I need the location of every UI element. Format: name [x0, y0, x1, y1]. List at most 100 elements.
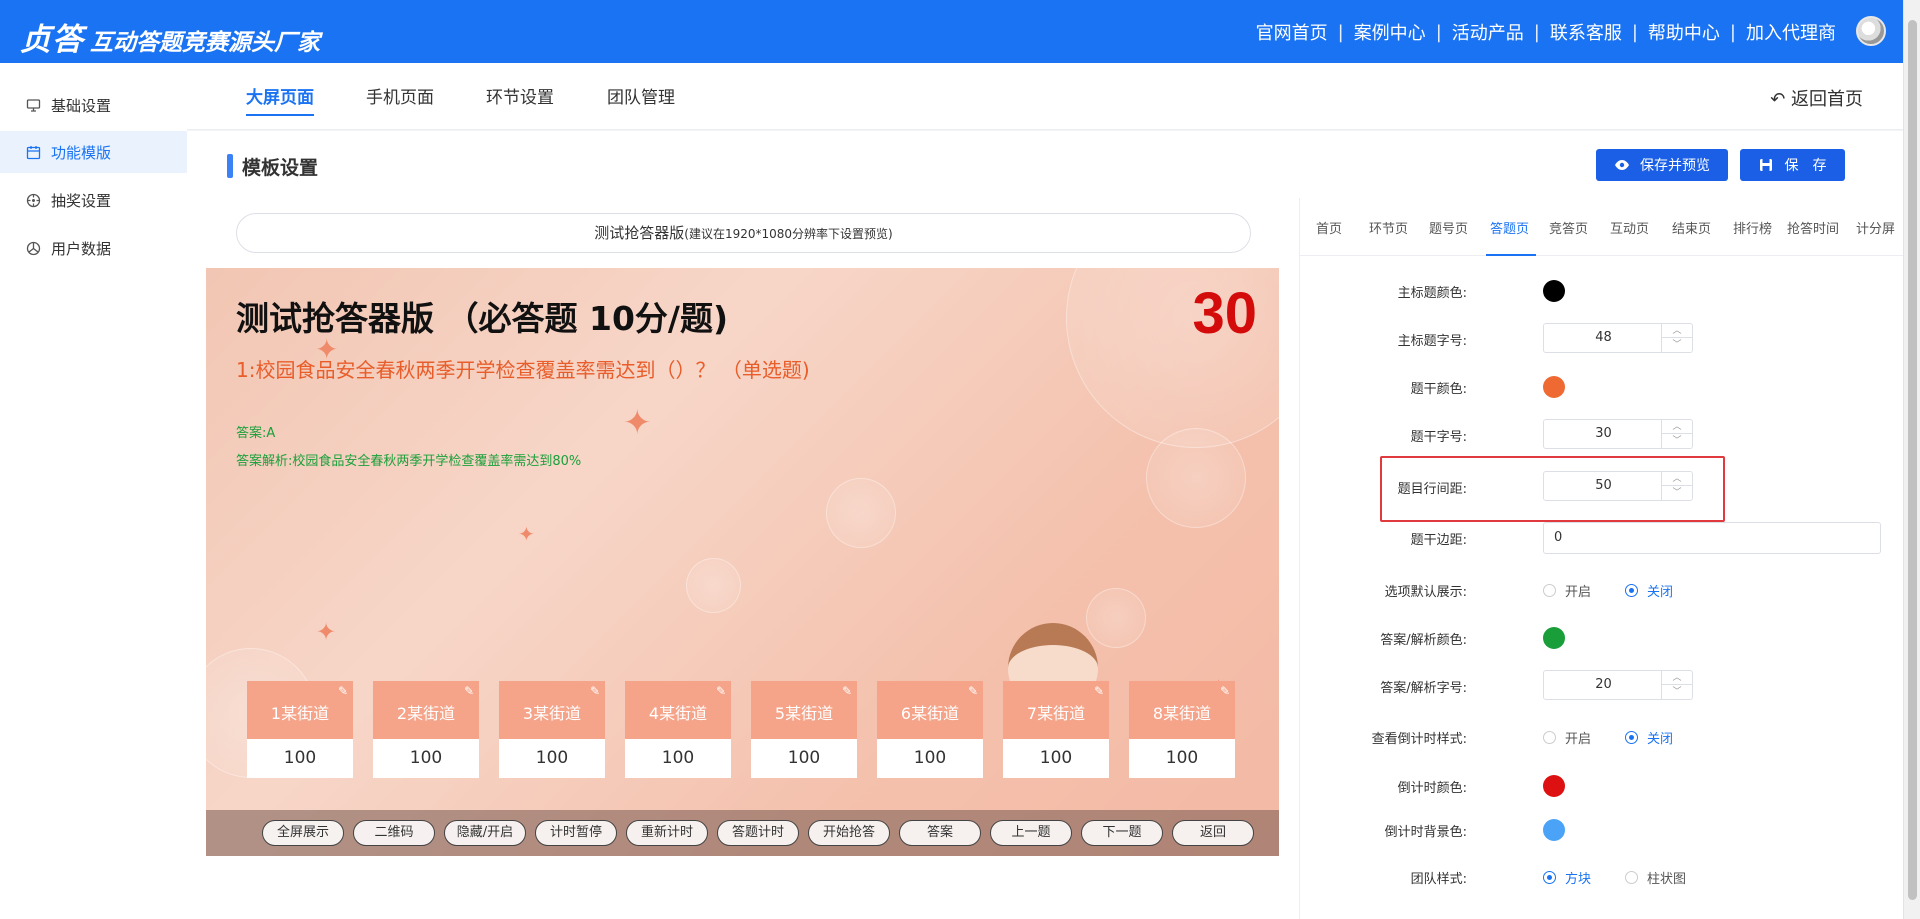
- chevron-up-icon[interactable]: ︿: [1661, 671, 1692, 685]
- toggle-visibility-button[interactable]: 隐藏/开启: [444, 820, 526, 846]
- back-home-link[interactable]: ↶ 返回首页: [1770, 85, 1863, 111]
- default-options-on-radio[interactable]: 开启: [1543, 581, 1591, 600]
- nav-official-home[interactable]: 官网首页: [1256, 19, 1328, 45]
- radio-dot: [1543, 871, 1556, 884]
- tab-leaderboard[interactable]: 排行榜: [1733, 218, 1772, 237]
- previous-question-button[interactable]: 上一题: [990, 820, 1072, 846]
- team-card[interactable]: ✎ 6某街道 100: [877, 681, 983, 778]
- radio-dot: [1625, 731, 1638, 744]
- fullscreen-button[interactable]: 全屏展示: [262, 820, 344, 846]
- tab-big-screen[interactable]: 大屏页面: [246, 83, 314, 116]
- nav-join-agent[interactable]: 加入代理商: [1746, 19, 1836, 45]
- edit-icon[interactable]: ✎: [464, 685, 474, 697]
- countdown-style-off-radio[interactable]: 关闭: [1625, 728, 1673, 747]
- setting-label: 团队样式:: [1410, 872, 1467, 887]
- sidebar-item-function-template[interactable]: 功能模版: [0, 131, 187, 173]
- answer-color-swatch[interactable]: [1543, 627, 1565, 649]
- tab-scoreboard[interactable]: 计分屏: [1856, 218, 1895, 237]
- tab-interaction-page[interactable]: 互动页: [1610, 218, 1649, 237]
- nav-support[interactable]: 联系客服: [1550, 19, 1622, 45]
- chevron-up-icon[interactable]: ︿: [1661, 420, 1692, 434]
- tab-team-management[interactable]: 团队管理: [607, 83, 675, 114]
- tab-home-page[interactable]: 首页: [1316, 218, 1342, 237]
- page-scrollbar[interactable]: [1903, 0, 1920, 919]
- edit-icon[interactable]: ✎: [1094, 685, 1104, 697]
- team-card[interactable]: ✎ 7某街道 100: [1003, 681, 1109, 778]
- edit-icon[interactable]: ✎: [716, 685, 726, 697]
- team-card[interactable]: ✎ 8某街道 100: [1129, 681, 1235, 778]
- chevron-up-icon[interactable]: ︿: [1661, 472, 1692, 486]
- qrcode-button[interactable]: 二维码: [353, 820, 435, 846]
- big-screen-preview: ✦ ✦ ✦ ✦ ✦ 测试抢答器版 （必答题 10分/题) 30 1:校园食品安全…: [206, 268, 1279, 856]
- setting-label: 倒计时背景色:: [1384, 825, 1467, 840]
- return-button[interactable]: 返回: [1172, 820, 1254, 846]
- team-score: 100: [625, 739, 731, 778]
- sidebar-item-basic-settings[interactable]: 基础设置: [0, 84, 187, 126]
- scrollbar-thumb[interactable]: [1908, 20, 1917, 900]
- stepper-value[interactable]: 50: [1544, 472, 1663, 500]
- stem-margin-input[interactable]: 0: [1543, 522, 1881, 554]
- tab-buzzer-time[interactable]: 抢答时间: [1787, 218, 1839, 237]
- settings-panel: 首页 环节页 题号页 答题页 竞答页 互动页 结束页 排行榜 抢答时间 计分屏 …: [1299, 198, 1904, 919]
- decor-bubble: [826, 478, 896, 548]
- stepper-value[interactable]: 48: [1544, 324, 1663, 352]
- answer-size-stepper[interactable]: 20 ︿ ﹀: [1543, 670, 1693, 700]
- chevron-up-icon[interactable]: ︿: [1661, 324, 1692, 338]
- user-avatar[interactable]: [1856, 16, 1886, 46]
- team-card[interactable]: ✎ 5某街道 100: [751, 681, 857, 778]
- team-card[interactable]: ✎ 2某街道 100: [373, 681, 479, 778]
- title-color-swatch[interactable]: [1543, 280, 1565, 302]
- team-score: 100: [1003, 739, 1109, 778]
- team-card[interactable]: ✎ 1某街道 100: [247, 681, 353, 778]
- team-card[interactable]: ✎ 3某街道 100: [499, 681, 605, 778]
- team-card[interactable]: ✎ 4某街道 100: [625, 681, 731, 778]
- title-size-stepper[interactable]: 48 ︿ ﹀: [1543, 323, 1693, 353]
- tab-end-page[interactable]: 结束页: [1672, 218, 1711, 237]
- brand-logo[interactable]: 贞答 互动答题竞赛源头厂家: [20, 14, 320, 59]
- edit-icon[interactable]: ✎: [338, 685, 348, 697]
- nav-products[interactable]: 活动产品: [1452, 19, 1524, 45]
- tab-competition-page[interactable]: 竞答页: [1549, 218, 1588, 237]
- chevron-down-icon[interactable]: ﹀: [1661, 338, 1692, 352]
- preview-title-bar: 测试抢答器版(建议在1920*1080分辨率下设置预览): [236, 213, 1251, 253]
- edit-icon[interactable]: ✎: [590, 685, 600, 697]
- sidebar-item-lottery-settings[interactable]: 抽奖设置: [0, 179, 187, 221]
- tab-question-number-page[interactable]: 题号页: [1429, 218, 1468, 237]
- decor-bubble: [1086, 588, 1146, 648]
- default-options-off-radio[interactable]: 关闭: [1625, 581, 1673, 600]
- save-preview-button[interactable]: 保存并预览: [1596, 149, 1728, 181]
- save-button[interactable]: 保 存: [1740, 149, 1845, 181]
- nav-help[interactable]: 帮助中心: [1648, 19, 1720, 45]
- team-style-block-radio[interactable]: 方块: [1543, 868, 1591, 887]
- chevron-down-icon[interactable]: ﹀: [1661, 685, 1692, 699]
- tab-mobile-page[interactable]: 手机页面: [366, 83, 434, 114]
- restart-timer-button[interactable]: 重新计时: [626, 820, 708, 846]
- countdown-color-swatch[interactable]: [1543, 775, 1565, 797]
- line-spacing-stepper[interactable]: 50 ︿ ﹀: [1543, 471, 1693, 501]
- pause-timer-button[interactable]: 计时暂停: [535, 820, 617, 846]
- edit-icon[interactable]: ✎: [1220, 685, 1230, 697]
- next-question-button[interactable]: 下一题: [1081, 820, 1163, 846]
- nav-cases[interactable]: 案例中心: [1354, 19, 1426, 45]
- tab-stage-settings[interactable]: 环节设置: [486, 83, 554, 114]
- tab-answer-page[interactable]: 答题页: [1490, 218, 1529, 237]
- tab-stage-page[interactable]: 环节页: [1369, 218, 1408, 237]
- screen-question: 1:校园食品安全春秋两季开学检查覆盖率需达到（）？ （单选题): [236, 358, 810, 382]
- chevron-down-icon[interactable]: ﹀: [1661, 434, 1692, 448]
- edit-icon[interactable]: ✎: [968, 685, 978, 697]
- stem-size-stepper[interactable]: 30 ︿ ﹀: [1543, 419, 1693, 449]
- sidebar-item-user-data[interactable]: 用户数据: [0, 227, 187, 269]
- start-buzzer-button[interactable]: 开始抢答: [808, 820, 890, 846]
- team-card-header: ✎ 2某街道: [373, 681, 479, 739]
- countdown-bg-swatch[interactable]: [1543, 819, 1565, 841]
- edit-icon[interactable]: ✎: [842, 685, 852, 697]
- chevron-down-icon[interactable]: ﹀: [1661, 486, 1692, 500]
- stem-color-swatch[interactable]: [1543, 376, 1565, 398]
- show-answer-button[interactable]: 答案: [899, 820, 981, 846]
- stepper-value[interactable]: 30: [1544, 420, 1663, 448]
- answer-timer-button[interactable]: 答题计时: [717, 820, 799, 846]
- countdown-style-on-radio[interactable]: 开启: [1543, 728, 1591, 747]
- preview-template-name: 测试抢答器版: [594, 224, 685, 242]
- team-style-bar-radio[interactable]: 柱状图: [1625, 868, 1686, 887]
- stepper-value[interactable]: 20: [1544, 671, 1663, 699]
